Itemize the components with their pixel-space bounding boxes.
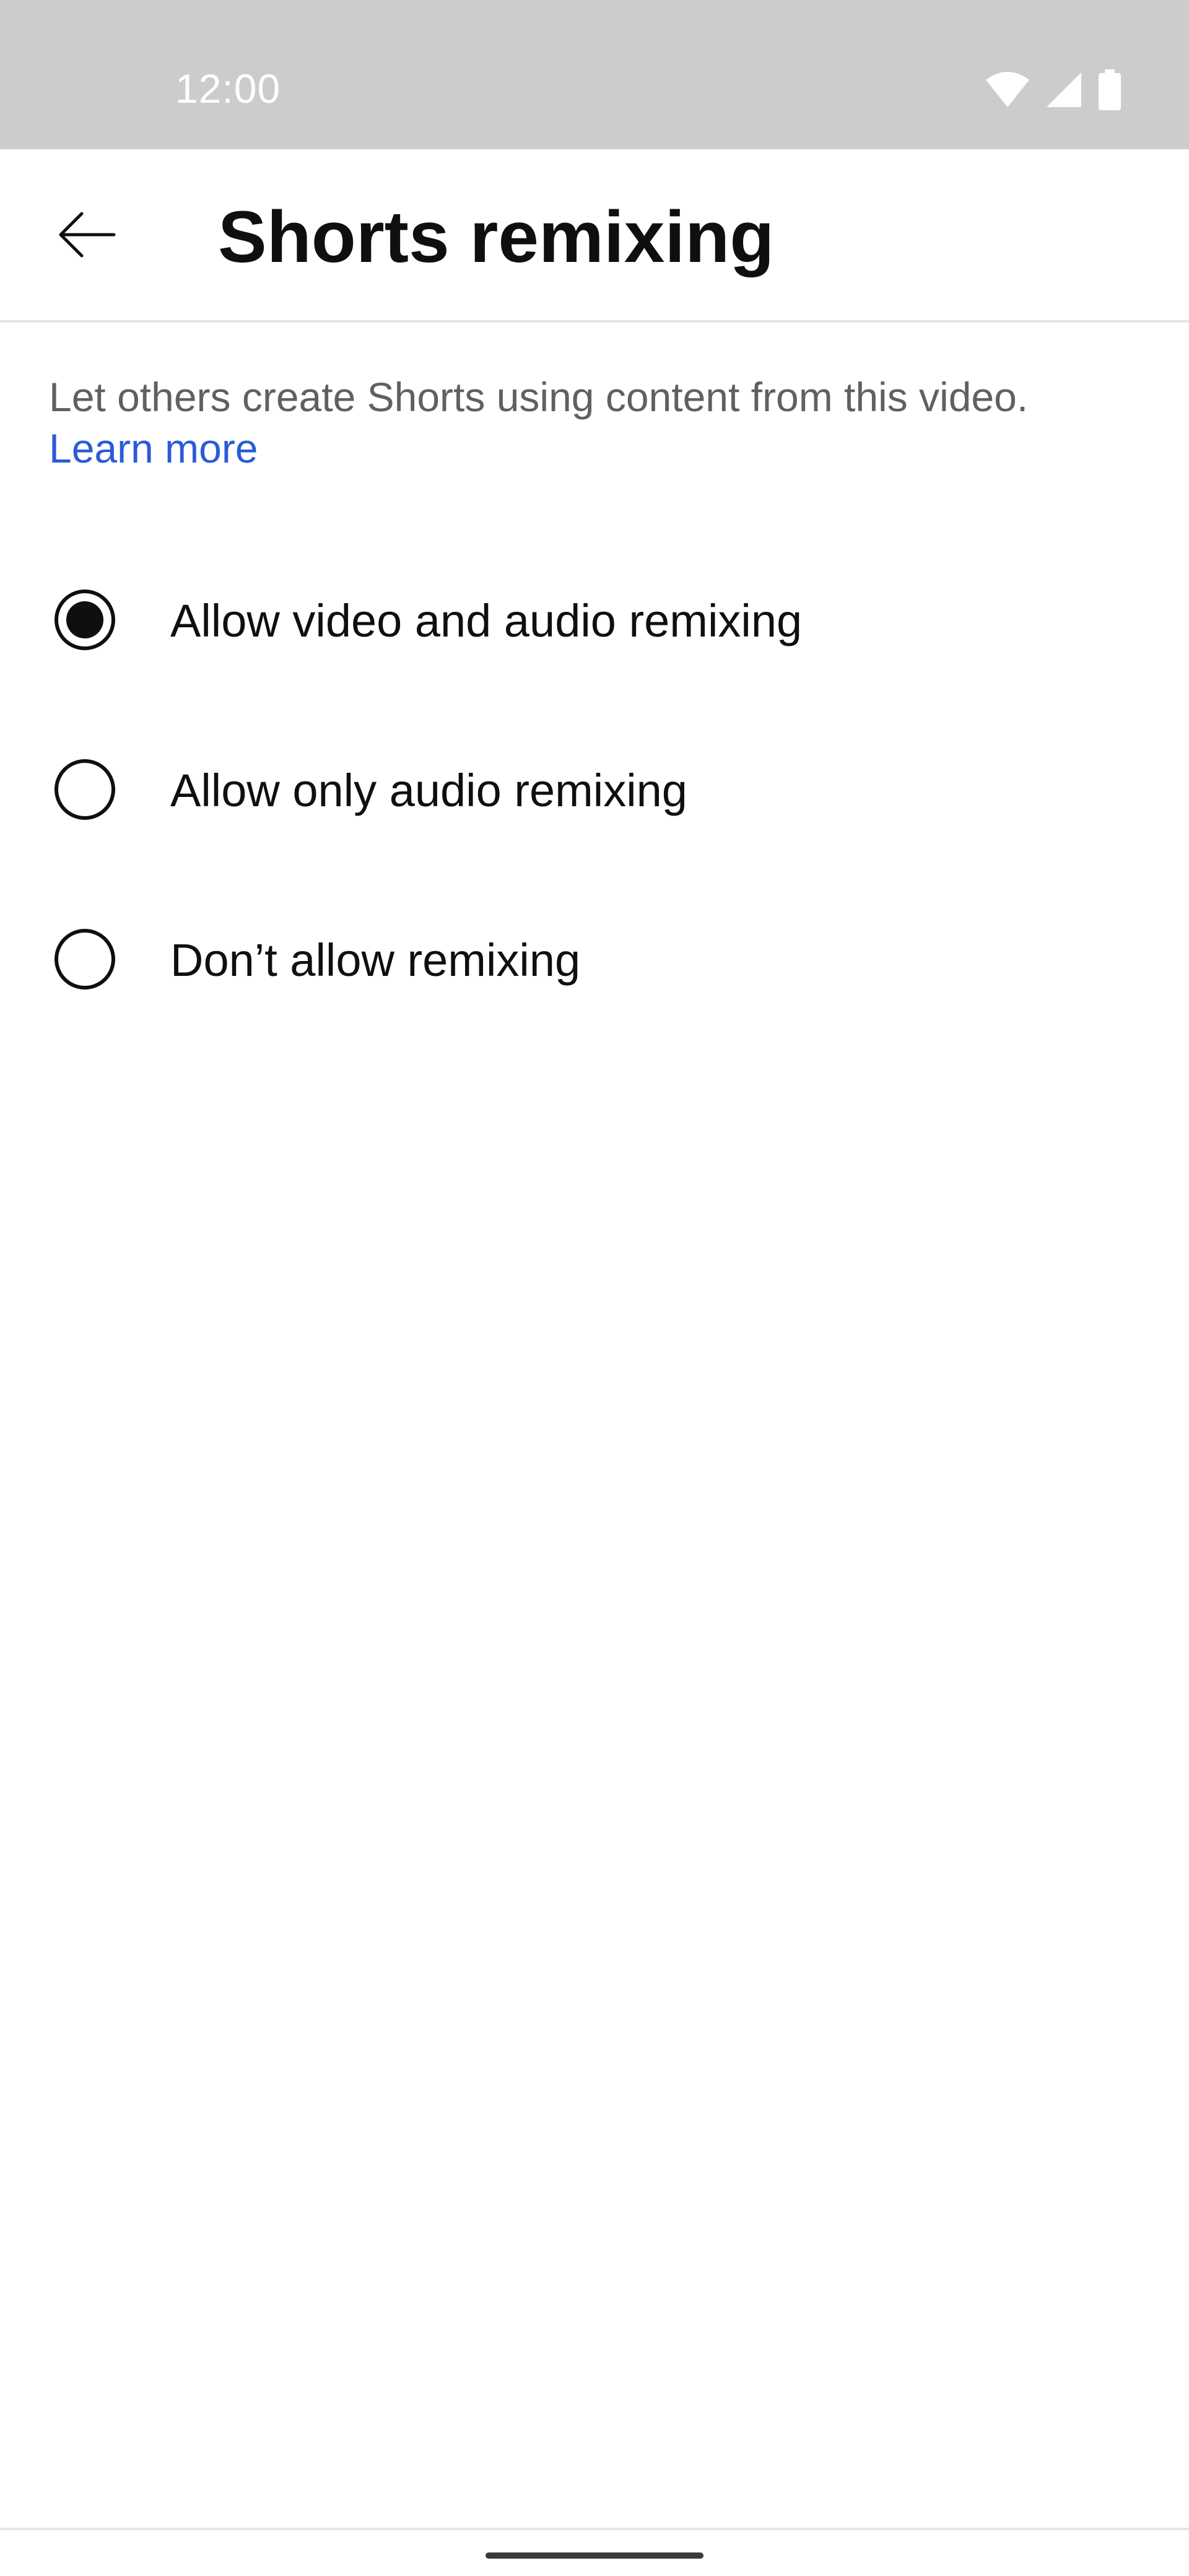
option-label: Allow only audio remixing (170, 765, 687, 816)
remix-options: Allow video and audio remixing Allow onl… (0, 535, 1189, 1044)
option-allow-only-audio[interactable]: Allow only audio remixing (0, 705, 1189, 874)
radio-button-selected[interactable] (54, 590, 115, 650)
status-icons (985, 69, 1122, 110)
description: Let others create Shorts using content f… (49, 372, 1151, 474)
learn-more-link[interactable]: Learn more (49, 423, 1151, 474)
arrow-left-icon (57, 210, 116, 263)
back-button[interactable] (43, 192, 131, 280)
option-dont-allow[interactable]: Don’t allow remixing (0, 874, 1189, 1044)
description-text: Let others create Shorts using content f… (49, 374, 1029, 420)
radio-button[interactable] (54, 929, 115, 990)
home-indicator[interactable] (486, 2552, 703, 2559)
battery-icon (1097, 69, 1122, 110)
gesture-nav-bar (0, 2528, 1189, 2576)
option-label: Don’t allow remixing (170, 934, 581, 986)
status-bar: 12:00 (0, 0, 1189, 149)
wifi-icon (985, 71, 1030, 108)
app-bar: Shorts remixing (0, 149, 1189, 323)
page-title: Shorts remixing (218, 196, 775, 278)
cellular-signal-icon (1045, 71, 1082, 108)
radio-button[interactable] (54, 759, 115, 820)
option-label: Allow video and audio remixing (170, 595, 803, 646)
option-allow-video-and-audio[interactable]: Allow video and audio remixing (0, 535, 1189, 705)
status-time: 12:00 (175, 66, 281, 111)
